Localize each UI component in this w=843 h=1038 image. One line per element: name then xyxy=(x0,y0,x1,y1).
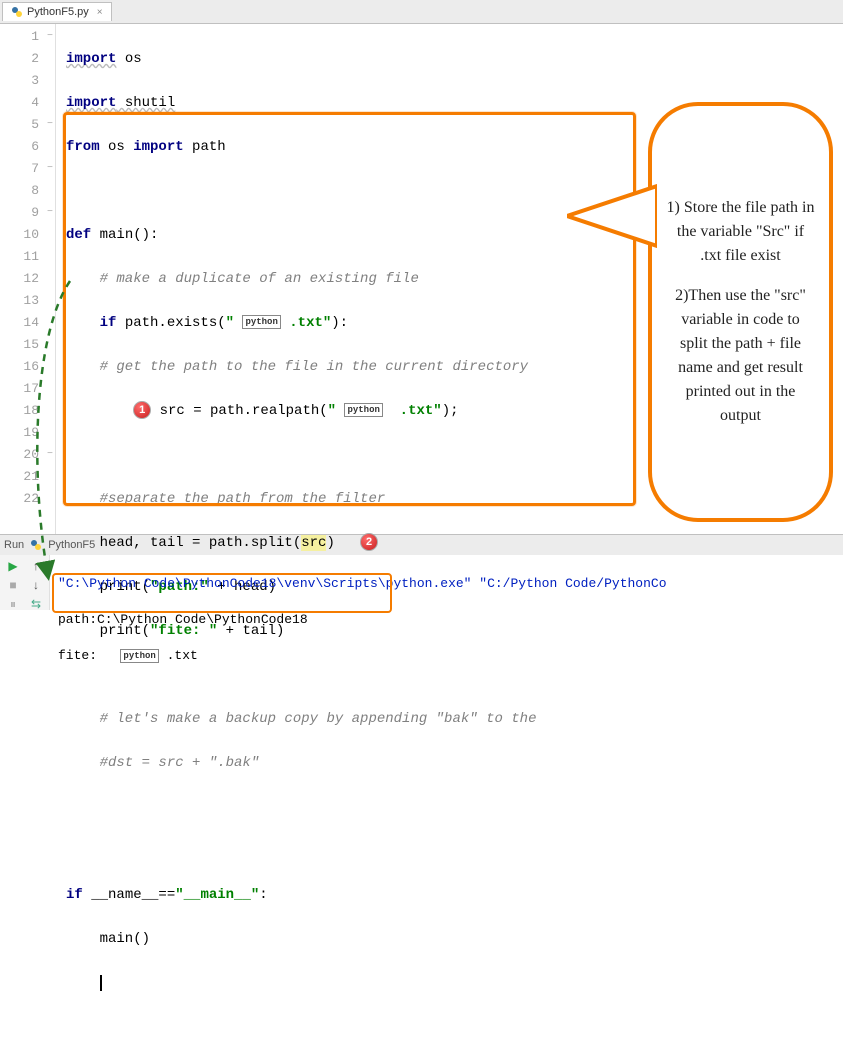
line-number: 13 xyxy=(0,290,55,312)
line-number: 15 xyxy=(0,334,55,356)
callout-text-2: 2)Then use the "src" variable in code to… xyxy=(666,284,815,428)
python-file-icon: python xyxy=(120,649,158,663)
line-number: 20 xyxy=(0,444,55,466)
line-number: 16 xyxy=(0,356,55,378)
callout-text-1: 1) Store the file path in the variable "… xyxy=(666,196,815,268)
callout-pointer-icon xyxy=(567,181,657,251)
line-number: 6 xyxy=(0,136,55,158)
line-number: 22 xyxy=(0,488,55,510)
python-file-icon: python xyxy=(242,315,280,329)
stop-button[interactable]: ■ xyxy=(2,576,24,594)
annotation-callout: 1) Store the file path in the variable "… xyxy=(648,102,833,522)
line-number: 2 xyxy=(0,48,55,70)
wrap-button[interactable]: ⇆ xyxy=(25,595,47,613)
run-toolbar: ▶ ↑ ■ ↓ ⏸ ⇆ xyxy=(0,555,50,610)
file-tab[interactable]: PythonF5.py × xyxy=(2,2,112,21)
annotation-marker-1: 1 xyxy=(133,401,151,419)
scroll-down-button[interactable]: ↓ xyxy=(25,576,47,594)
line-number: 19 xyxy=(0,422,55,444)
line-number: 11 xyxy=(0,246,55,268)
close-tab-icon[interactable]: × xyxy=(97,7,103,18)
line-number: 4 xyxy=(0,92,55,114)
line-number: 8 xyxy=(0,180,55,202)
editor: 1 2 3 4 5 6 7 8 9 10 11 12 13 14 15 16 1… xyxy=(0,24,843,534)
line-number: 7 xyxy=(0,158,55,180)
tab-filename: PythonF5.py xyxy=(27,6,89,18)
line-number: 14 xyxy=(0,312,55,334)
line-number: 5 xyxy=(0,114,55,136)
line-number: 18 xyxy=(0,400,55,422)
line-number: 1 xyxy=(0,26,55,48)
line-number-gutter: 1 2 3 4 5 6 7 8 9 10 11 12 13 14 15 16 1… xyxy=(0,24,56,534)
output-line-2: fite: python .txt xyxy=(58,647,835,665)
line-number: 12 xyxy=(0,268,55,290)
line-number: 21 xyxy=(0,466,55,488)
output-command: "C:\Python Code\PythonCode18\venv\Script… xyxy=(58,576,667,591)
editor-tab-bar: PythonF5.py × xyxy=(0,0,843,24)
rerun-button[interactable]: ▶ xyxy=(2,557,24,575)
pause-button[interactable]: ⏸ xyxy=(2,595,24,613)
output-line-1: path:C:\Python Code\PythonCode18 xyxy=(58,611,835,629)
line-number: 10 xyxy=(0,224,55,246)
run-label: Run xyxy=(4,539,24,551)
annotation-marker-2: 2 xyxy=(360,533,378,551)
scroll-up-button[interactable]: ↑ xyxy=(25,557,47,575)
python-file-icon xyxy=(30,539,42,551)
line-number: 3 xyxy=(0,70,55,92)
python-file-icon: python xyxy=(344,403,382,417)
console-output[interactable]: "C:\Python Code\PythonCode18\venv\Script… xyxy=(50,555,843,610)
python-file-icon xyxy=(11,6,23,18)
line-number: 9 xyxy=(0,202,55,224)
line-number: 17 xyxy=(0,378,55,400)
